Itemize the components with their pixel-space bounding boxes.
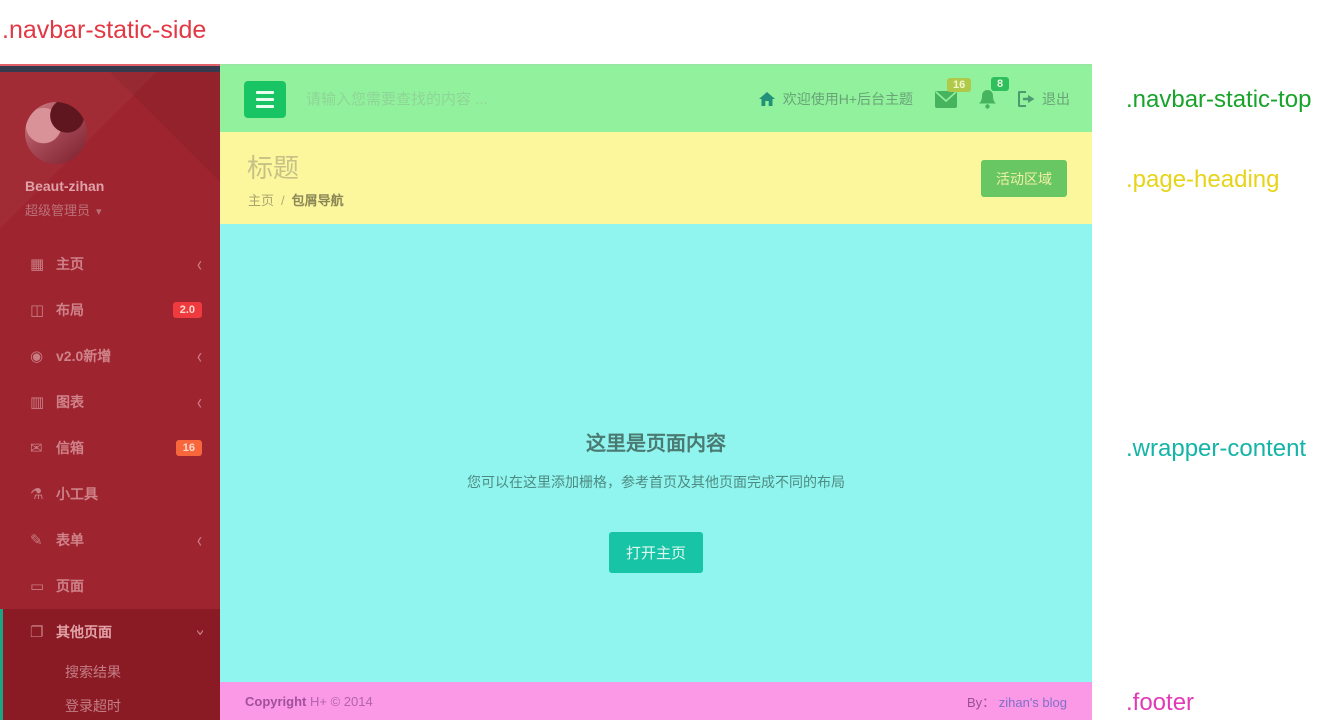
flask-icon: ⚗ [30, 486, 44, 503]
by-link[interactable]: zihan's blog [999, 695, 1067, 710]
content-title: 这里是页面内容 [586, 433, 726, 455]
breadcrumb: 主页 / 包屑导航 [248, 190, 344, 209]
sidebar-item-label: 主页 [56, 256, 84, 272]
sidebar-item-label: v2.0新增 [56, 348, 112, 364]
avatar[interactable] [25, 102, 87, 164]
page-heading: 标题 主页 / 包屑导航 活动区域 [220, 132, 1092, 224]
menu-toggle-button[interactable] [244, 81, 286, 118]
badge: 2.0 [172, 302, 202, 318]
label-wrapper-content: .wrapper-content [1126, 435, 1307, 462]
label-navbar-static-top: .navbar-static-top [1126, 86, 1312, 113]
copy-icon: ❐ [30, 624, 44, 641]
action-area-button[interactable]: 活动区域 [981, 160, 1067, 197]
chevron-down-icon: ‹ [191, 628, 208, 636]
chevron-left-icon: ‹ [197, 344, 202, 368]
logout-link[interactable]: 退出 [1018, 89, 1070, 109]
sidebar-item-widgets[interactable]: ⚗ 小工具 [0, 471, 220, 517]
sidebar-item-forms[interactable]: ✎ 表单 ‹ [0, 517, 220, 563]
profile-panel: Beaut-zihan 超级管理员 ▾ [0, 72, 220, 241]
sidebar-item-layouts[interactable]: ◫ 布局 2.0 [0, 287, 220, 333]
footer-by: By： zihan's blog [967, 692, 1067, 711]
search-input[interactable] [306, 84, 606, 114]
globe-icon: ◉ [30, 348, 44, 365]
profile-role-text: 超级管理员 [25, 203, 91, 218]
profile-name: Beaut-zihan [25, 178, 105, 194]
sidebar-item-label: 布局 [56, 302, 84, 318]
sign-out-icon [1018, 91, 1035, 107]
columns-icon: ◫ [30, 302, 45, 319]
label-page-heading: .page-heading [1126, 166, 1280, 193]
sidebar-item-mailbox[interactable]: ✉ 信箱 16 [0, 425, 220, 471]
by-label: By： [966, 694, 996, 710]
label-footer: .footer [1126, 689, 1195, 716]
navbar-right-group: 欢迎使用H+后台主题 16 8 退出 [758, 66, 1070, 132]
bar-chart-icon: ▥ [30, 394, 45, 411]
envelope-icon: ✉ [30, 440, 43, 457]
sidebar-item-label: 页面 [56, 578, 84, 594]
alerts-dropdown[interactable]: 8 [979, 76, 1010, 109]
sidebar-item-pages[interactable]: ▭ 页面 [0, 563, 220, 609]
chevron-left-icon: ‹ [197, 390, 202, 414]
mail-badge: 16 [947, 77, 972, 92]
th-large-icon: ▦ [30, 256, 45, 273]
envelope-icon [935, 90, 957, 108]
sidebar-item-v2-new[interactable]: ◉ v2.0新增 ‹ [0, 333, 220, 379]
sidebar-item-label: 信箱 [56, 440, 84, 456]
caret-down-icon: ▾ [96, 206, 102, 218]
copyright-strong: Copyright [245, 693, 307, 709]
bell-icon [979, 89, 996, 109]
welcome-text: 欢迎使用H+后台主题 [782, 91, 913, 107]
alert-badge: 8 [991, 76, 1010, 91]
content-subtitle: 您可以在这里添加栅格，参考首页及其他页面完成不同的布局 [467, 474, 845, 490]
sidebar-item-other-pages[interactable]: ❐ 其他页面 ‹ [3, 609, 220, 655]
copyright: Copyright H+ © 2014 [245, 694, 373, 709]
navbar-static-top: 欢迎使用H+后台主题 16 8 退出 [220, 66, 1092, 132]
badge: 16 [175, 440, 202, 456]
breadcrumb-separator: / [281, 193, 285, 208]
sidebar-item-label: 表单 [56, 532, 84, 548]
sidebar-subitem-search-results[interactable]: 搜索结果 [3, 655, 220, 689]
wrapper-content: 这里是页面内容 您可以在这里添加栅格，参考首页及其他页面完成不同的布局 打开主页 [220, 224, 1092, 682]
home-icon [758, 91, 775, 106]
label-navbar-static-side: .navbar-static-side [2, 16, 207, 44]
sidebar-item-label: 其他页面 [56, 624, 112, 640]
profile-role[interactable]: 超级管理员 ▾ [25, 200, 220, 219]
welcome-link[interactable]: 欢迎使用H+后台主题 [758, 89, 913, 109]
sidebar-subitem-login-timeout[interactable]: 登录超时 [3, 689, 220, 720]
sidebar-item-label: 图表 [56, 394, 84, 410]
breadcrumb-root[interactable]: 主页 [248, 193, 274, 208]
sidebar-item-label: 小工具 [56, 486, 98, 502]
sidebar: Beaut-zihan 超级管理员 ▾ ▦ 主页 ‹ ◫ 布局 2.0 ◉ v2.… [0, 66, 220, 720]
desktop-icon: ▭ [30, 578, 45, 595]
sidebar-item-home[interactable]: ▦ 主页 ‹ [0, 241, 220, 287]
edit-icon: ✎ [30, 532, 43, 549]
copyright-rest: H+ © 2014 [306, 693, 373, 709]
sidebar-nav: ▦ 主页 ‹ ◫ 布局 2.0 ◉ v2.0新增 ‹ ▥ 图表 ‹ ✉ 信箱 1… [0, 241, 220, 720]
breadcrumb-current: 包屑导航 [291, 193, 344, 208]
logout-text: 退出 [1042, 91, 1070, 107]
open-home-button[interactable]: 打开主页 [608, 532, 703, 573]
chevron-left-icon: ‹ [197, 252, 202, 276]
chevron-left-icon: ‹ [197, 528, 202, 552]
sidebar-item-charts[interactable]: ▥ 图表 ‹ [0, 379, 220, 425]
mail-dropdown[interactable]: 16 [935, 77, 972, 108]
page-title: 标题 [247, 153, 300, 183]
footer: Copyright H+ © 2014 By： zihan's blog [220, 682, 1092, 720]
